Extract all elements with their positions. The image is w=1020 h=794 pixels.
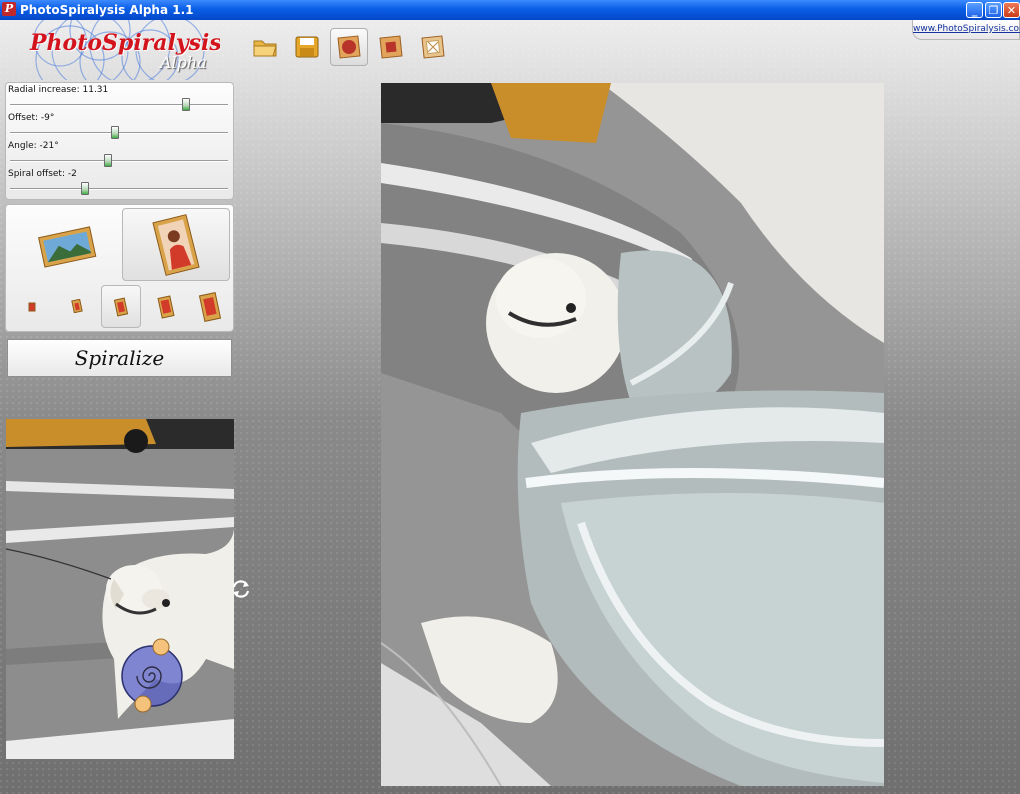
square-spiral-button[interactable] — [372, 28, 410, 66]
format-panel — [5, 204, 234, 332]
slider-thumb[interactable] — [104, 154, 112, 167]
website-link[interactable]: www.PhotoSpiralysis.com — [912, 20, 1020, 40]
slider-label: Offset: -9° — [8, 113, 55, 123]
logo: PhotoSpiralysis Alpha — [0, 20, 220, 80]
slider-label: Radial increase: 11.31 — [8, 85, 109, 95]
clear-spiral-button[interactable] — [414, 28, 452, 66]
open-folder-icon — [253, 40, 277, 57]
size-option-1[interactable] — [20, 295, 44, 319]
slider-track — [10, 188, 228, 190]
spiralize-button[interactable]: Spiralize — [7, 339, 232, 377]
slider-label: Spiral offset: -2 — [8, 169, 77, 179]
slider-track — [10, 132, 228, 134]
slider-track — [10, 160, 228, 162]
open-button[interactable] — [246, 28, 284, 66]
minimize-button[interactable]: _ — [966, 2, 983, 18]
angle-slider[interactable]: Angle: -21° — [6, 141, 232, 169]
source-preview[interactable] — [6, 419, 234, 759]
circle-spiral-button[interactable] — [330, 28, 368, 66]
slider-label: Angle: -21° — [8, 141, 59, 151]
size-option-5[interactable] — [192, 287, 228, 327]
restore-button[interactable]: ❐ — [985, 2, 1002, 18]
slider-thumb[interactable] — [81, 182, 89, 195]
square-frame-icon — [379, 35, 403, 59]
dog-photo-preview — [6, 419, 234, 759]
xlarge-photo-icon — [198, 292, 222, 322]
slider-track — [10, 104, 228, 106]
portrait-photo-icon — [152, 213, 200, 276]
logo-subtitle: Alpha — [160, 53, 207, 72]
spiral-offset-slider[interactable]: Spiral offset: -2 — [6, 169, 232, 197]
size-option-2[interactable] — [64, 293, 90, 319]
crossed-frame-icon — [421, 35, 445, 59]
spiral-output-image — [381, 83, 884, 786]
settings-panel: Radial increase: 11.31 Offset: -9° Angle… — [5, 82, 234, 200]
spiralized-dog-photo — [381, 83, 884, 786]
app-icon: P — [2, 2, 16, 16]
window-title: PhotoSpiralysis Alpha 1.1 — [20, 3, 194, 17]
medium-photo-icon — [113, 297, 129, 316]
slider-thumb[interactable] — [111, 126, 119, 139]
offset-slider[interactable]: Offset: -9° — [6, 113, 232, 141]
tiny-photo-icon — [28, 302, 36, 312]
size-option-3[interactable] — [101, 285, 141, 328]
title-bar: P PhotoSpiralysis Alpha 1.1 _ ❐ ✕ — [0, 0, 1020, 20]
radial-increase-slider[interactable]: Radial increase: 11.31 — [6, 85, 232, 113]
save-disk-icon — [295, 36, 319, 58]
circle-frame-icon — [337, 35, 361, 59]
rotate-icon[interactable] — [230, 578, 252, 600]
size-option-4[interactable] — [150, 290, 182, 324]
small-photo-icon — [71, 299, 83, 313]
large-photo-icon — [157, 295, 175, 319]
close-button[interactable]: ✕ — [1003, 2, 1020, 18]
landscape-button[interactable] — [14, 211, 120, 281]
save-button[interactable] — [288, 28, 326, 66]
slider-thumb[interactable] — [182, 98, 190, 111]
landscape-photo-icon — [38, 226, 97, 268]
portrait-button[interactable] — [122, 208, 230, 281]
